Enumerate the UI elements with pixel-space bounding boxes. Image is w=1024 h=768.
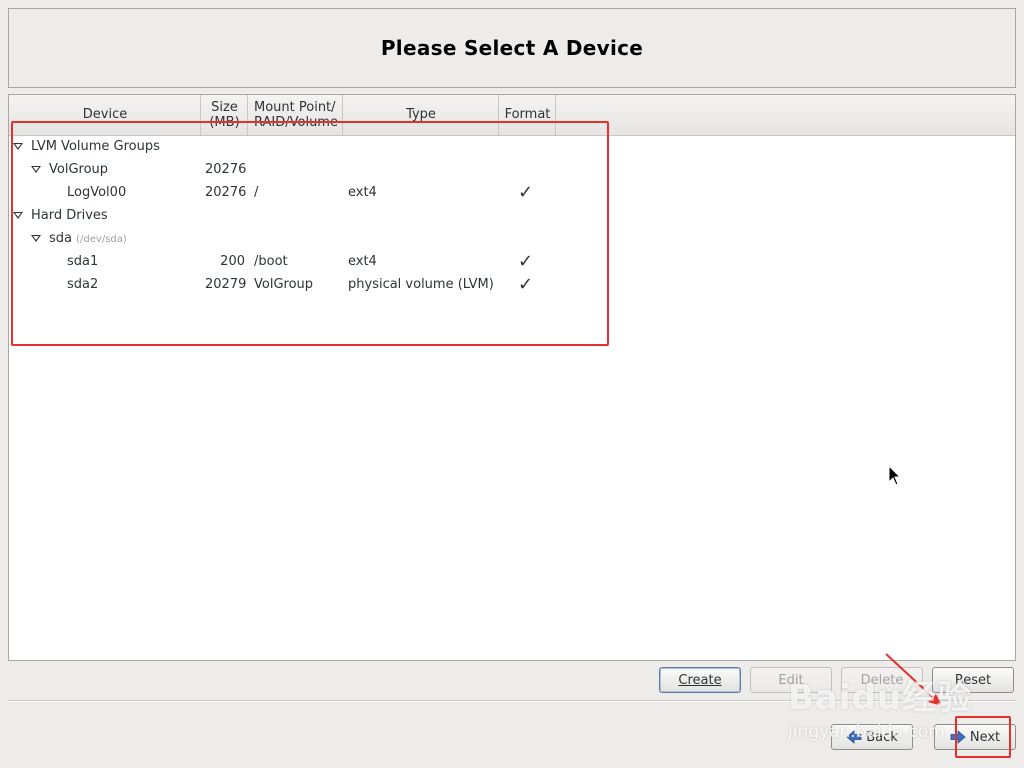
expander-triangle-icon[interactable] xyxy=(13,143,23,150)
column-header-device-label: Device xyxy=(82,107,128,122)
expander-triangle-icon[interactable] xyxy=(31,235,41,242)
tree-row-hard-drives[interactable]: Hard Drives xyxy=(9,205,1015,228)
column-header-device[interactable]: Device xyxy=(9,95,201,135)
mouse-cursor-icon xyxy=(888,465,902,486)
mount-value: VolGroup xyxy=(254,277,314,292)
device-label: Hard Drives xyxy=(31,208,108,223)
reset-button[interactable]: Reset xyxy=(932,667,1014,693)
create-button-label: Create xyxy=(678,672,722,688)
column-header-size[interactable]: Size (MB) xyxy=(201,95,248,135)
column-header-size-label: Size (MB) xyxy=(209,100,240,130)
device-name: sda xyxy=(49,231,72,246)
column-header-format[interactable]: Format xyxy=(499,95,556,135)
header-banner: Please Select A Device xyxy=(8,8,1016,88)
column-header-mount-label: Mount Point/ RAID/Volume xyxy=(254,100,338,130)
expander-triangle-icon[interactable] xyxy=(13,212,23,219)
device-label: VolGroup xyxy=(49,162,109,177)
tree-row-sda[interactable]: sda (/dev/sda) xyxy=(9,228,1015,251)
format-check-icon: ✓ xyxy=(518,251,534,272)
tree-header: Device Size (MB) Mount Point/ RAID/Volum… xyxy=(9,95,1015,136)
device-label: LVM Volume Groups xyxy=(31,139,160,154)
back-arrow-icon xyxy=(846,730,862,744)
tree-row-sda1[interactable]: sda1 200 /boot ext4 ✓ xyxy=(9,251,1015,274)
type-value: physical volume (LVM) xyxy=(348,277,494,292)
next-arrow-icon xyxy=(950,730,966,744)
size-value: 20276 xyxy=(205,185,247,200)
device-label: sda1 xyxy=(67,254,99,269)
device-tree[interactable]: Device Size (MB) Mount Point/ RAID/Volum… xyxy=(8,94,1016,661)
create-button[interactable]: Create xyxy=(659,667,741,693)
tree-row-logvol00[interactable]: LogVol00 20276 / ext4 ✓ xyxy=(9,182,1015,205)
size-value: 20276 xyxy=(205,162,247,177)
column-header-mount[interactable]: Mount Point/ RAID/Volume xyxy=(248,95,343,135)
reset-button-label: Reset xyxy=(954,672,992,688)
type-value: ext4 xyxy=(348,185,377,200)
page-title: Please Select A Device xyxy=(380,36,644,60)
tree-row-lvm-volume-groups[interactable]: LVM Volume Groups xyxy=(9,136,1015,159)
device-label: sda (/dev/sda) xyxy=(49,231,127,246)
expander-triangle-icon[interactable] xyxy=(31,166,41,173)
tree-row-sda2[interactable]: sda2 20279 VolGroup physical volume (LVM… xyxy=(9,274,1015,297)
column-header-type[interactable]: Type xyxy=(343,95,499,135)
edit-button-label: Edit xyxy=(778,672,804,688)
device-label: sda2 xyxy=(67,277,99,292)
type-value: ext4 xyxy=(348,254,377,269)
device-path: (/dev/sda) xyxy=(76,234,127,245)
format-check-icon: ✓ xyxy=(518,182,534,203)
mount-value: /boot xyxy=(254,254,288,269)
column-header-format-label: Format xyxy=(504,107,551,122)
column-header-type-label: Type xyxy=(406,107,436,122)
mount-value: / xyxy=(254,185,259,200)
edit-button[interactable]: Edit xyxy=(750,667,832,693)
back-button[interactable]: Back xyxy=(831,724,913,750)
format-check-icon: ✓ xyxy=(518,274,534,295)
delete-button-label: Delete xyxy=(860,672,904,688)
device-label: LogVol00 xyxy=(67,185,127,200)
next-button-label: Next xyxy=(969,729,1001,745)
next-button[interactable]: Next xyxy=(934,724,1016,750)
delete-button[interactable]: Delete xyxy=(841,667,923,693)
separator xyxy=(8,700,1016,702)
back-button-label: Back xyxy=(866,729,898,745)
size-value: 200 xyxy=(220,254,245,269)
size-value: 20279 xyxy=(205,277,247,292)
tree-row-volgroup[interactable]: VolGroup 20276 xyxy=(9,159,1015,182)
